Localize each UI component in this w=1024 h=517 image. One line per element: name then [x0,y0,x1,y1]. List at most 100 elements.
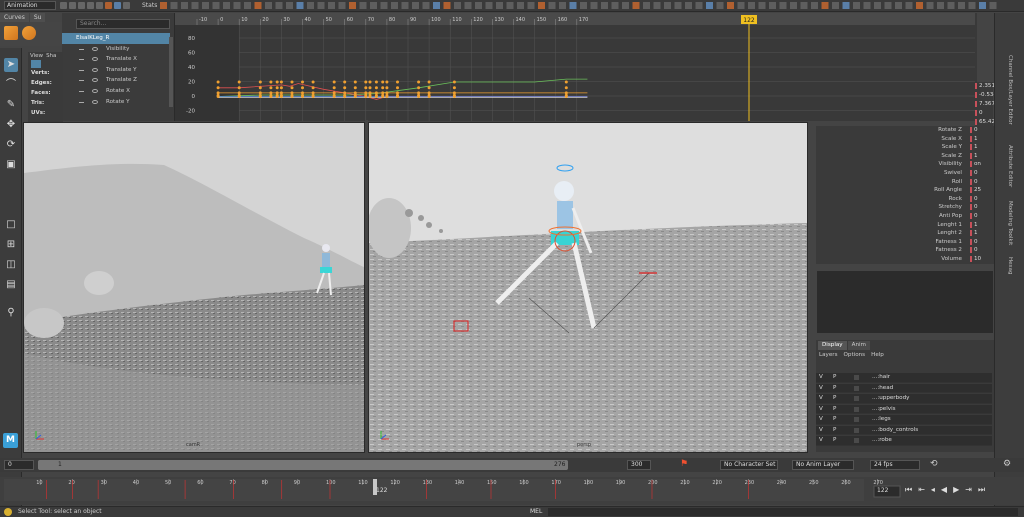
layer-color-swatch[interactable] [854,385,859,391]
snap-icon[interactable] [105,2,112,9]
keyframe-point[interactable] [343,86,347,90]
channel-value[interactable]: 7.367 [975,100,995,109]
graph-tool-icon[interactable] [863,2,871,9]
keyframe-point[interactable] [353,86,357,90]
keyframe-point[interactable] [417,93,421,97]
channel-value[interactable]: 10 [974,255,992,264]
graph-tool-icon[interactable] [496,2,503,9]
graph-tool-icon[interactable] [391,2,398,9]
layer-playback-toggle[interactable]: P [833,415,836,425]
keyframe-point[interactable] [301,80,304,84]
graph-tool-icon[interactable] [895,2,902,9]
layer-visibility-toggle[interactable]: V [819,384,823,394]
keyframe-point[interactable] [452,80,456,84]
layer-color-swatch[interactable] [854,375,859,380]
graph-tool-icon[interactable] [968,2,976,9]
layer-playback-toggle[interactable]: P [833,394,836,404]
graph-tool-icon[interactable] [548,2,556,9]
graph-tool-icon[interactable] [433,2,440,9]
keyframe-point[interactable] [332,80,336,84]
render-icon[interactable] [114,2,121,9]
graph-tool-icon[interactable] [181,2,188,9]
layer-visibility-toggle[interactable]: V [819,405,823,415]
graph-tool-icon[interactable] [380,2,388,9]
graph-tool-icon[interactable] [601,2,608,9]
graph-tool-icon[interactable] [338,2,346,9]
keyframe-point[interactable] [332,93,336,97]
layer-playback-toggle[interactable]: P [833,436,836,446]
graph-tool-icon[interactable] [874,2,881,9]
open-scene-icon[interactable] [69,2,76,9]
keyframe-point[interactable] [364,93,368,97]
channel-row[interactable]: Rotate Z 0 [816,126,994,135]
graph-tool-icon[interactable] [643,2,650,9]
tab-display[interactable]: Display [818,341,847,350]
keyframe-point[interactable] [279,86,283,90]
new-scene-icon[interactable] [60,2,67,9]
layer-visibility-toggle[interactable]: V [819,394,823,404]
poly-sphere-icon[interactable] [22,26,36,40]
tab-channel-box[interactable]: Channel Box/Layer Editor [1007,55,1013,125]
step-back-key-icon[interactable]: ⇤ [918,485,925,495]
channel-item[interactable]: Rotate Y [62,97,170,108]
graph-tool-icon[interactable] [632,2,640,9]
shading-menu[interactable]: Sha [46,53,56,59]
tab-anim[interactable]: Anim [847,341,870,350]
scale-tool-icon[interactable]: ▣ [4,158,18,172]
layer-color-swatch[interactable] [854,427,859,433]
channel-item[interactable]: Rotate X [62,86,170,97]
graph-tool-icon[interactable] [464,2,472,9]
graph-tool-icon[interactable] [286,2,293,9]
graph-tool-icon[interactable] [223,2,230,9]
play-forward-icon[interactable]: ▶ [953,485,959,495]
keyframe-point[interactable] [275,93,279,97]
keyframe-point[interactable] [258,86,262,90]
keyframe-point[interactable] [290,80,294,84]
keyframe-point[interactable] [258,80,262,84]
keyframe-point[interactable] [237,86,241,90]
outliner-node-selected[interactable]: ElsaIKLeg_R [62,33,170,44]
keyframe-point[interactable] [279,80,283,84]
layer-playback-toggle[interactable]: P [833,405,836,415]
keyframe-point[interactable] [396,80,399,84]
keyframe-point[interactable] [216,86,220,90]
layer-visibility-toggle[interactable]: V [819,436,823,446]
graph-tool-icon[interactable] [926,2,934,9]
layer-row[interactable]: V P ...:upperbody [816,394,992,404]
graph-tool-icon[interactable] [202,2,209,9]
keyframe-point[interactable] [374,93,378,97]
graph-tool-icon[interactable] [254,2,262,9]
keyframe-point[interactable] [427,86,431,90]
keyframe-point[interactable] [279,93,283,97]
character-set-dropdown[interactable]: No Character Set [720,460,778,470]
keyframe-point[interactable] [564,93,568,97]
keyframe-point[interactable] [396,93,399,97]
graph-tool-icon[interactable] [821,2,829,9]
graph-tool-icon[interactable] [695,2,703,9]
keyframe-point[interactable] [374,86,378,90]
keyframe-point[interactable] [216,93,220,97]
end-frame-field[interactable]: 300 [627,460,651,470]
graph-tool-icon[interactable] [317,2,325,9]
keyframe-point[interactable] [452,93,456,97]
layer-row[interactable]: V P ...:hair [816,373,992,383]
keyframe-point[interactable] [364,86,368,90]
channel-value[interactable]: 0 [974,203,992,212]
keyframe-point[interactable] [427,80,431,84]
anim-curve[interactable] [218,83,588,100]
layer-playback-toggle[interactable]: P [833,426,836,436]
graph-tool-icon[interactable] [884,2,892,9]
layer-row[interactable]: V P ...:legs [816,415,992,425]
graph-tool-icon[interactable] [359,2,367,9]
graph-tool-icon[interactable] [296,2,304,9]
graph-tool-icon[interactable] [401,2,409,9]
save-scene-icon[interactable] [78,2,85,9]
channel-row[interactable]: Stretchy 0 [816,203,994,212]
graph-tool-icon[interactable] [569,2,577,9]
keyframe-point[interactable] [269,86,273,90]
channel-item[interactable]: Translate Y [62,65,170,76]
graph-tool-icon[interactable] [506,2,514,9]
layer-color-swatch[interactable] [854,438,859,443]
channel-row[interactable]: Anti Pop 0 [816,212,994,221]
channel-value[interactable]: 0 [974,246,992,255]
